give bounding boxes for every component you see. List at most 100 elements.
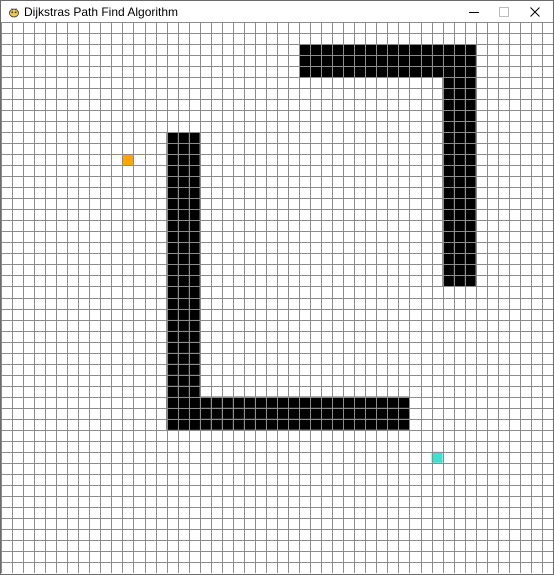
- barrier-cell[interactable]: [166, 407, 178, 419]
- barrier-cell[interactable]: [365, 418, 377, 430]
- barrier-cell[interactable]: [310, 407, 322, 419]
- barrier-cell[interactable]: [199, 396, 211, 408]
- barrier-cell[interactable]: [188, 165, 200, 177]
- barrier-cell[interactable]: [188, 352, 200, 364]
- barrier-cell[interactable]: [188, 154, 200, 166]
- barrier-cell[interactable]: [387, 55, 399, 67]
- barrier-cell[interactable]: [188, 418, 200, 430]
- barrier-cell[interactable]: [188, 176, 200, 188]
- barrier-cell[interactable]: [365, 66, 377, 78]
- barrier-cell[interactable]: [464, 77, 476, 89]
- barrier-cell[interactable]: [376, 44, 388, 56]
- barrier-cell[interactable]: [166, 385, 178, 397]
- barrier-cell[interactable]: [354, 66, 366, 78]
- barrier-cell[interactable]: [243, 396, 255, 408]
- barrier-cell[interactable]: [188, 143, 200, 155]
- barrier-cell[interactable]: [277, 407, 289, 419]
- barrier-cell[interactable]: [188, 187, 200, 199]
- barrier-cell[interactable]: [166, 220, 178, 232]
- barrier-cell[interactable]: [299, 55, 311, 67]
- barrier-cell[interactable]: [365, 407, 377, 419]
- barrier-cell[interactable]: [442, 209, 454, 221]
- barrier-cell[interactable]: [166, 154, 178, 166]
- barrier-cell[interactable]: [332, 55, 344, 67]
- barrier-cell[interactable]: [177, 154, 189, 166]
- barrier-cell[interactable]: [188, 385, 200, 397]
- barrier-cell[interactable]: [442, 110, 454, 122]
- barrier-cell[interactable]: [188, 253, 200, 265]
- barrier-cell[interactable]: [177, 374, 189, 386]
- close-button[interactable]: [520, 1, 550, 23]
- barrier-cell[interactable]: [453, 154, 465, 166]
- minimize-button[interactable]: [459, 1, 489, 23]
- barrier-cell[interactable]: [442, 231, 454, 243]
- barrier-cell[interactable]: [210, 407, 222, 419]
- barrier-cell[interactable]: [453, 55, 465, 67]
- barrier-cell[interactable]: [299, 418, 311, 430]
- barrier-cell[interactable]: [199, 418, 211, 430]
- barrier-cell[interactable]: [188, 231, 200, 243]
- barrier-cell[interactable]: [166, 418, 178, 430]
- barrier-cell[interactable]: [442, 66, 454, 78]
- barrier-cell[interactable]: [453, 198, 465, 210]
- barrier-cell[interactable]: [177, 253, 189, 265]
- barrier-cell[interactable]: [177, 341, 189, 353]
- barrier-cell[interactable]: [453, 209, 465, 221]
- barrier-cell[interactable]: [464, 88, 476, 100]
- barrier-cell[interactable]: [453, 220, 465, 232]
- barrier-cell[interactable]: [254, 396, 266, 408]
- barrier-cell[interactable]: [177, 418, 189, 430]
- barrier-cell[interactable]: [188, 407, 200, 419]
- barrier-cell[interactable]: [453, 253, 465, 265]
- barrier-cell[interactable]: [166, 143, 178, 155]
- barrier-cell[interactable]: [354, 418, 366, 430]
- barrier-cell[interactable]: [464, 242, 476, 254]
- barrier-cell[interactable]: [177, 297, 189, 309]
- barrier-cell[interactable]: [464, 110, 476, 122]
- barrier-cell[interactable]: [453, 110, 465, 122]
- barrier-cell[interactable]: [321, 66, 333, 78]
- barrier-cell[interactable]: [177, 231, 189, 243]
- barrier-cell[interactable]: [188, 319, 200, 331]
- barrier-cell[interactable]: [464, 231, 476, 243]
- barrier-cell[interactable]: [166, 132, 178, 144]
- barrier-cell[interactable]: [442, 77, 454, 89]
- barrier-cell[interactable]: [453, 132, 465, 144]
- barrier-cell[interactable]: [310, 44, 322, 56]
- barrier-cell[interactable]: [166, 264, 178, 276]
- barrier-cell[interactable]: [232, 396, 244, 408]
- barrier-cell[interactable]: [376, 66, 388, 78]
- barrier-cell[interactable]: [464, 55, 476, 67]
- barrier-cell[interactable]: [177, 319, 189, 331]
- barrier-cell[interactable]: [343, 407, 355, 419]
- barrier-cell[interactable]: [453, 99, 465, 111]
- barrier-cell[interactable]: [166, 176, 178, 188]
- barrier-cell[interactable]: [332, 396, 344, 408]
- end-node[interactable]: [431, 451, 443, 463]
- barrier-cell[interactable]: [166, 374, 178, 386]
- barrier-cell[interactable]: [177, 407, 189, 419]
- barrier-cell[interactable]: [442, 275, 454, 287]
- barrier-cell[interactable]: [177, 209, 189, 221]
- barrier-cell[interactable]: [232, 418, 244, 430]
- barrier-cell[interactable]: [310, 66, 322, 78]
- barrier-cell[interactable]: [464, 165, 476, 177]
- barrier-cell[interactable]: [310, 418, 322, 430]
- barrier-cell[interactable]: [277, 396, 289, 408]
- barrier-cell[interactable]: [464, 198, 476, 210]
- barrier-cell[interactable]: [453, 242, 465, 254]
- barrier-cell[interactable]: [265, 396, 277, 408]
- barrier-cell[interactable]: [376, 407, 388, 419]
- barrier-cell[interactable]: [442, 242, 454, 254]
- barrier-cell[interactable]: [409, 66, 421, 78]
- barrier-cell[interactable]: [166, 165, 178, 177]
- barrier-cell[interactable]: [288, 418, 300, 430]
- barrier-cell[interactable]: [166, 198, 178, 210]
- barrier-cell[interactable]: [431, 44, 443, 56]
- barrier-cell[interactable]: [288, 407, 300, 419]
- barrier-cell[interactable]: [420, 55, 432, 67]
- barrier-cell[interactable]: [177, 132, 189, 144]
- barrier-cell[interactable]: [166, 363, 178, 375]
- barrier-cell[interactable]: [365, 396, 377, 408]
- barrier-cell[interactable]: [188, 198, 200, 210]
